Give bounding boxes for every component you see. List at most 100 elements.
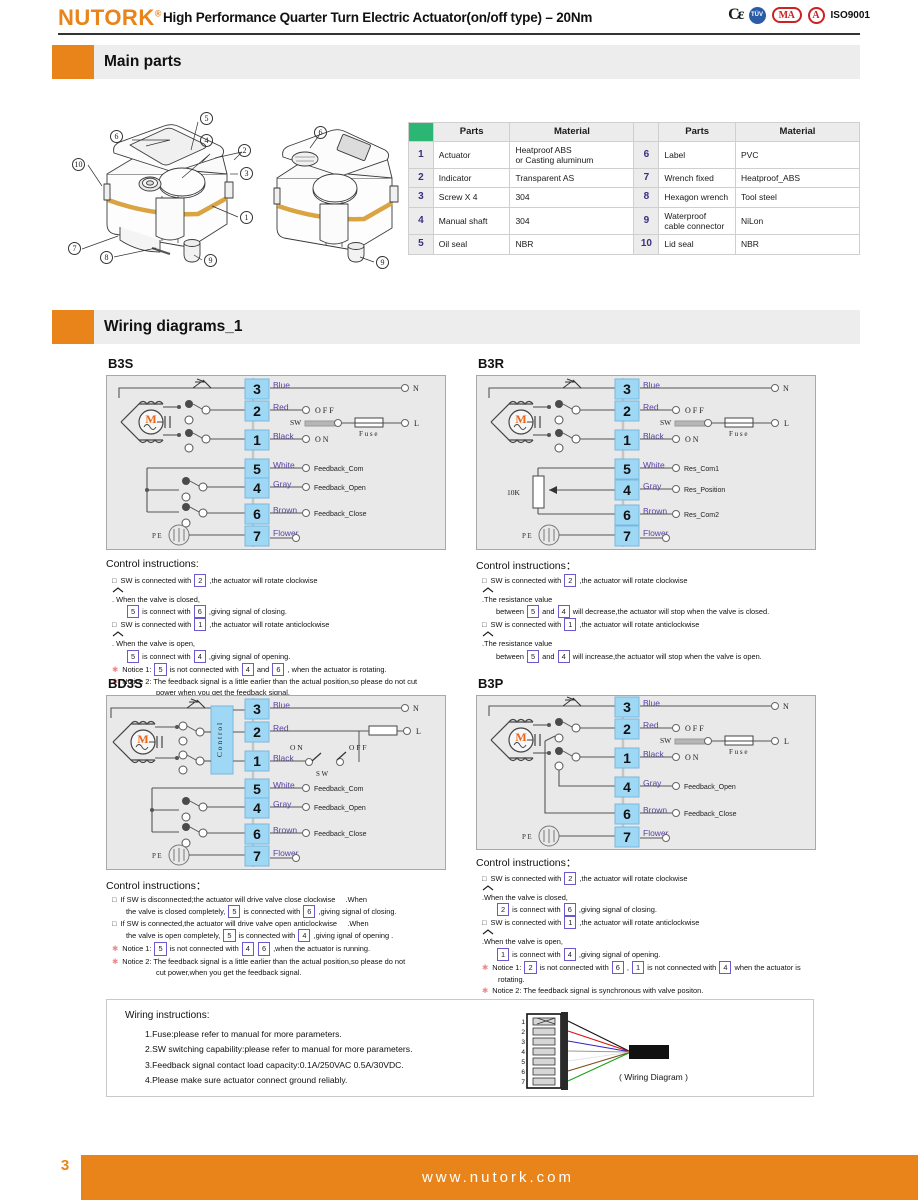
list-item: 1.Fuse:please refer to manual for more p… — [145, 1029, 342, 1039]
callout-4: 4 — [200, 134, 213, 147]
svg-text:4: 4 — [521, 1049, 525, 1056]
list-item: 2.SW switching capability:please refer t… — [145, 1044, 413, 1055]
svg-text:F u s e: F u s e — [729, 748, 747, 756]
part-name: Manual shaft — [432, 206, 511, 236]
part-material: Tool steel — [735, 187, 860, 208]
list-item: 3.Feedback signal contact load capacity:… — [145, 1059, 404, 1070]
svg-text:P E: P E — [152, 852, 162, 860]
svg-text:O F F: O F F — [349, 743, 367, 752]
svg-text:N: N — [783, 702, 789, 711]
callout-10: 10 — [72, 158, 85, 171]
diagram-b3p: P E 3 2 1 4 6 7 Blue Red Black Gray Brown Fl… — [476, 695, 816, 850]
svg-text:C o n t r o l: C o n t r o l — [215, 723, 224, 757]
part-number: 4 — [408, 206, 434, 236]
callout-7: 7 — [68, 242, 81, 255]
diagram-label-b3p: B3P — [478, 676, 504, 691]
svg-text:Res_Com1: Res_Com1 — [684, 466, 719, 473]
section-header-wiring: Wiring diagrams_1 — [52, 310, 860, 344]
table-row: 2 Indicator Transparent AS 7 Wrench fixe… — [408, 168, 860, 189]
section-title-2: Wiring diagrams_1 — [104, 318, 243, 335]
page-number: 3 — [60, 1156, 70, 1174]
svg-text:5: 5 — [623, 461, 631, 477]
svg-text:4: 4 — [623, 779, 631, 795]
svg-text:O N: O N — [315, 435, 329, 444]
svg-text:2: 2 — [253, 403, 261, 419]
svg-text:6: 6 — [521, 1069, 525, 1076]
svg-text:1: 1 — [253, 753, 261, 769]
control-instructions-title-b3p: Control instructions： — [476, 857, 577, 869]
svg-text:N: N — [413, 384, 419, 393]
section-accent-tab-2 — [52, 310, 94, 344]
svg-text:2: 2 — [253, 724, 261, 740]
callout-9: 9 — [204, 254, 217, 267]
svg-text:10K: 10K — [507, 488, 521, 497]
svg-text:SW: SW — [660, 418, 672, 427]
svg-text:3: 3 — [253, 701, 261, 717]
material-header-2: Material — [735, 122, 860, 142]
ma-mark-icon: MA — [771, 7, 802, 23]
svg-text:7: 7 — [253, 848, 261, 864]
table-row: 3 Screw X 4 304 8 Hexagon wrench Tool st… — [408, 187, 860, 208]
callout-8: 8 — [100, 251, 113, 264]
diagram-label-b3r: B3R — [478, 356, 505, 371]
svg-text:1: 1 — [253, 432, 261, 448]
svg-text:3: 3 — [623, 381, 631, 397]
a-mark-icon: A — [807, 6, 825, 24]
svg-text:7: 7 — [253, 528, 261, 544]
callout-6-right: 6 — [314, 126, 327, 139]
part-name: Oil seal — [432, 234, 511, 255]
part-name: Lid seal — [658, 234, 736, 255]
part-material: Heatproof_ABS — [735, 168, 860, 189]
svg-text:P E: P E — [152, 532, 162, 540]
section-accent-tab — [52, 45, 94, 79]
svg-text:1: 1 — [623, 750, 631, 766]
svg-text:1: 1 — [623, 432, 631, 448]
wiring-instructions-list: 1.Fuse:please refer to manual for more p… — [145, 1027, 412, 1088]
part-material: 304 — [509, 206, 635, 236]
parts-header-1: Parts — [432, 122, 511, 142]
control-instructions-b3p: □ SW is connected with 2 ,the actuator w… — [482, 872, 801, 995]
svg-text:6: 6 — [623, 806, 631, 822]
svg-text:1: 1 — [521, 1019, 525, 1026]
part-number: 7 — [633, 168, 660, 189]
list-item: 4.Please make sure actuator connect grou… — [145, 1074, 348, 1085]
svg-text:Feedback_Com: Feedback_Com — [314, 786, 364, 793]
svg-text:Feedback_Close: Feedback_Close — [314, 831, 367, 838]
svg-text:5: 5 — [253, 461, 261, 477]
header-divider — [58, 33, 860, 35]
part-number: 9 — [633, 206, 660, 236]
svg-text:L: L — [784, 419, 789, 428]
svg-text:6: 6 — [623, 507, 631, 523]
ce-mark-icon: Cε — [728, 6, 744, 23]
svg-text:7: 7 — [623, 528, 631, 544]
svg-text:L: L — [784, 737, 789, 746]
parts-header-2: Parts — [658, 122, 736, 142]
svg-text:3: 3 — [623, 699, 631, 715]
svg-text:O N: O N — [685, 753, 699, 762]
svg-text:4: 4 — [253, 800, 261, 816]
control-instructions-title-bd3s: Control instructions： — [106, 880, 207, 892]
parts-table-corner — [408, 122, 434, 142]
svg-text:6: 6 — [253, 826, 261, 842]
svg-text:3: 3 — [253, 381, 261, 397]
product-illustration: 5 6 4 2 3 10 1 7 8 9 6 9 — [52, 112, 402, 277]
parts-table-body: 1 Actuator Heatproof ABS or Casting alum… — [408, 140, 860, 255]
svg-text:N: N — [783, 384, 789, 393]
svg-text:2: 2 — [521, 1029, 525, 1036]
diagram-b3s: M P E 3 2 1 5 4 6 7 Blue Red Black White… — [106, 375, 446, 550]
diagram-label-bd3s: BD3S — [108, 676, 143, 691]
control-instructions-title-b3r: Control instructions： — [476, 560, 577, 572]
control-instructions-bd3s: □ If SW is disconnected;the actuator wil… — [112, 895, 406, 977]
part-name: Wrench fixed — [658, 168, 736, 189]
part-material: NBR — [509, 234, 635, 255]
svg-text:Res_Position: Res_Position — [684, 487, 725, 494]
svg-text:P E: P E — [522, 532, 532, 540]
connector-caption: ( Wiring Diagram ) — [619, 1072, 688, 1082]
svg-text:O F F: O F F — [685, 406, 704, 415]
part-name: Hexagon wrench — [658, 187, 736, 208]
svg-text:6: 6 — [253, 506, 261, 522]
part-name: Waterproof cable connector — [658, 206, 736, 236]
svg-text:L: L — [414, 419, 419, 428]
part-number: 5 — [408, 234, 434, 255]
svg-text:O F F: O F F — [315, 406, 334, 415]
